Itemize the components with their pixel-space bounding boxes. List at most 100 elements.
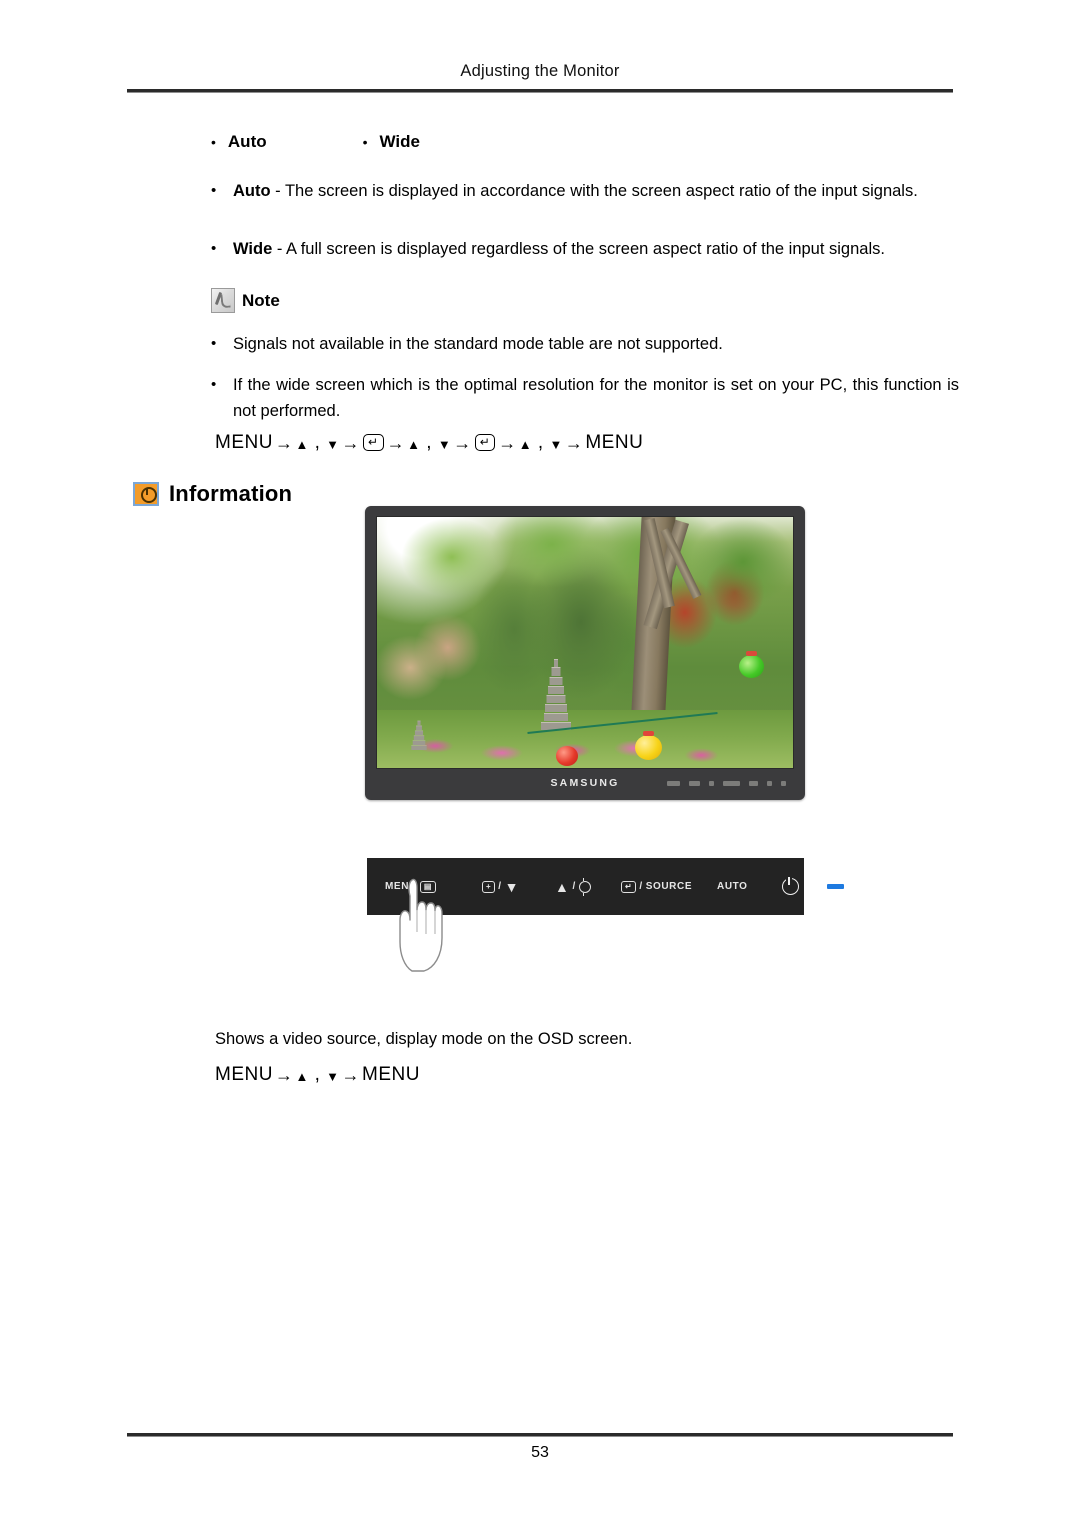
arrow-icon: →: [453, 432, 472, 453]
control-button-up[interactable]: ▲ /: [555, 877, 591, 896]
menu-path-start: MENU: [215, 1064, 273, 1085]
down-arrow-icon: ▼: [326, 436, 340, 452]
comma-separator: ,: [308, 432, 327, 453]
screen-lantern-red: [555, 746, 578, 766]
up-arrow-icon: ▲: [555, 878, 570, 895]
arrow-icon: →: [341, 432, 361, 453]
description-item-wide: • Wide - A full screen is displayed rega…: [211, 236, 959, 262]
menu-path-start: MENU: [215, 432, 273, 453]
plus-key-icon: +: [482, 880, 496, 893]
bezel-key[interactable]: [709, 780, 714, 786]
down-arrow-icon: ▼: [437, 436, 452, 452]
menu-path-end: MENU: [585, 432, 644, 453]
control-separator: /: [572, 881, 576, 892]
note-pencil-icon: [211, 288, 235, 313]
note-heading: Note: [211, 288, 280, 313]
arrow-icon: →: [386, 432, 406, 453]
information-clock-icon: [133, 482, 159, 506]
control-label-menu: MENU: [385, 881, 417, 892]
screen-lantern-green: [738, 651, 764, 679]
description-term-wide: Wide: [233, 240, 273, 258]
document-page: Adjusting the Monitor • Auto • Wide • Au…: [0, 0, 1080, 1527]
arrow-icon: →: [274, 1064, 294, 1085]
up-arrow-icon: ▲: [295, 436, 309, 452]
note-item: • Signals not available in the standard …: [211, 331, 953, 357]
description-separator: -: [270, 182, 285, 200]
description-separator: -: [272, 240, 287, 258]
bezel-key[interactable]: [689, 780, 700, 786]
bezel-key[interactable]: [667, 780, 680, 786]
bezel-key[interactable]: [781, 780, 786, 786]
control-button-down[interactable]: + / ▼: [482, 880, 519, 894]
page-header-title: Adjusting the Monitor: [460, 62, 620, 80]
control-button-source[interactable]: ↵ / SOURCE: [621, 880, 693, 893]
option-label-wide: Wide: [379, 132, 420, 151]
control-label-source: SOURCE: [645, 881, 693, 892]
enter-key-icon: ↵: [363, 433, 384, 451]
monitor-screen: [376, 516, 794, 769]
sun-icon: [578, 877, 591, 896]
up-arrow-icon: ▲: [518, 436, 533, 452]
note-item-text: Signals not available in the standard mo…: [233, 335, 723, 353]
control-label-auto: AUTO: [717, 881, 748, 892]
screen-flower-bed: [377, 710, 793, 768]
header-divider: [127, 89, 953, 93]
bullet-dot-icon: •: [211, 376, 217, 393]
footer-divider: [127, 1433, 953, 1437]
enter-key-icon: ↵: [621, 880, 637, 893]
power-led-indicator: [827, 884, 844, 889]
note-item: • If the wide screen which is the optima…: [211, 372, 959, 424]
bullet-dot-icon: •: [211, 335, 217, 352]
note-item-text: If the wide screen which is the optimal …: [233, 376, 959, 420]
bullet-dot-icon: •: [211, 182, 217, 199]
arrow-icon: →: [341, 1064, 361, 1085]
note-label: Note: [242, 290, 280, 310]
description-text-wide: A full screen is displayed regardless of…: [286, 240, 885, 258]
led-icon: [827, 884, 844, 889]
bezel-key[interactable]: [749, 780, 758, 786]
comma-separator: ,: [308, 1064, 327, 1085]
bullet-dot-icon: •: [211, 134, 216, 150]
control-button-auto[interactable]: AUTO: [717, 881, 748, 892]
enter-key-icon: ↵: [474, 433, 496, 451]
comma-separator: ,: [532, 432, 550, 453]
figure-caption: Shows a video source, display mode on th…: [215, 1030, 633, 1048]
monitor-illustration: SAMSUNG: [365, 506, 805, 800]
down-arrow-icon: ▼: [549, 436, 563, 452]
bezel-key[interactable]: [723, 780, 740, 786]
monitor-bezel: SAMSUNG: [376, 769, 794, 797]
control-separator: /: [639, 881, 643, 892]
down-arrow-icon: ▼: [326, 1068, 340, 1084]
screen-lantern-yellow: [634, 731, 662, 760]
arrow-icon: →: [274, 432, 294, 453]
down-arrow-icon: ▼: [504, 878, 520, 895]
up-arrow-icon: ▲: [295, 1068, 309, 1084]
page-number: 53: [531, 1444, 549, 1461]
up-arrow-icon: ▲: [407, 436, 421, 452]
control-button-power[interactable]: [782, 877, 799, 895]
description-term-auto: Auto: [233, 182, 271, 200]
control-button-menu[interactable]: MENU ▤: [385, 880, 437, 893]
monitor-bezel-keys: [667, 780, 786, 786]
description-item-auto: • Auto - The screen is displayed in acco…: [211, 178, 953, 204]
menu-path-bottom: MENU → ▲ , ▼ → MENU: [215, 1064, 420, 1086]
arrow-icon: →: [564, 432, 584, 453]
menu-key-icon: ▤: [419, 880, 437, 893]
bullet-dot-icon: •: [211, 240, 217, 257]
bezel-key[interactable]: [767, 780, 772, 786]
description-body-wide: Wide - A full screen is displayed regard…: [233, 236, 959, 262]
comma-separator: ,: [420, 432, 438, 453]
option-bullets: • Auto • Wide: [211, 132, 420, 152]
monitor-control-panel: MENU ▤ + / ▼ ▲ / ↵ / SOURCE AUTO: [367, 858, 844, 915]
option-bullet-auto: • Auto: [211, 132, 267, 152]
option-bullet-wide: • Wide: [363, 132, 420, 152]
description-text-auto: The screen is displayed in accordance wi…: [284, 182, 918, 200]
menu-path-top: MENU → ▲ , ▼ → ↵ → ▲ , ▼ → ↵ → ▲ , ▼ → M…: [215, 432, 643, 454]
bullet-dot-icon: •: [362, 134, 368, 150]
control-separator: /: [498, 881, 502, 892]
information-heading: Information: [133, 481, 292, 507]
description-body-auto: Auto - The screen is displayed in accord…: [233, 178, 953, 204]
power-icon: [782, 877, 799, 895]
option-label-auto: Auto: [227, 132, 267, 151]
menu-path-end: MENU: [362, 1064, 420, 1085]
